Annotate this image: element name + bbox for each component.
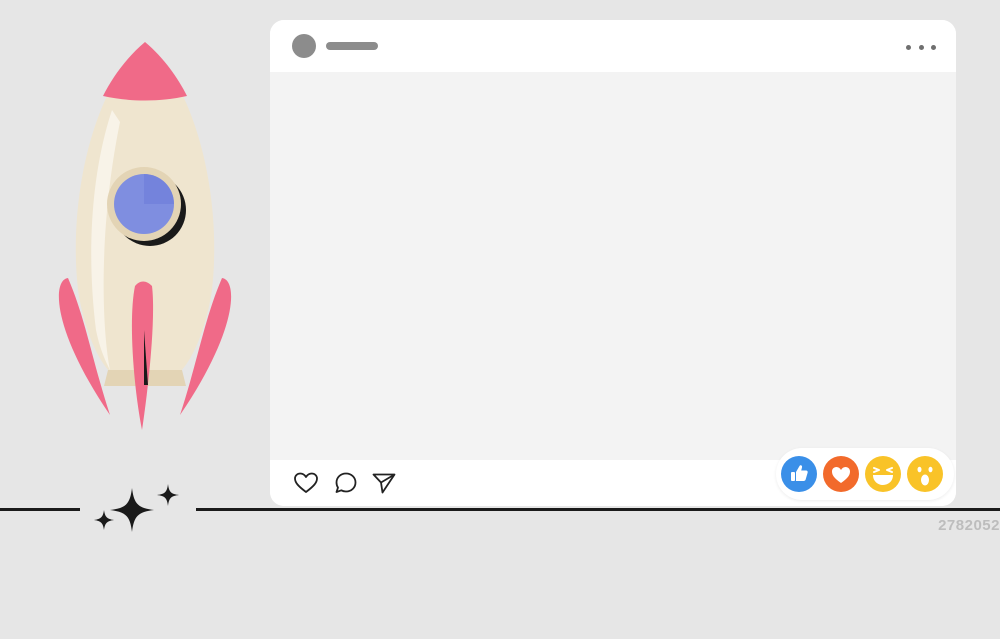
surprised-face-icon[interactable] <box>907 456 943 492</box>
avatar[interactable] <box>292 34 316 58</box>
comment-bubble-icon[interactable] <box>332 469 360 497</box>
dot <box>918 44 924 50</box>
reaction-tray <box>776 448 954 500</box>
paper-plane-icon[interactable] <box>370 469 398 497</box>
sparkles-icon <box>86 480 186 540</box>
thumbs-up-icon[interactable] <box>781 456 817 492</box>
social-post-card <box>270 20 956 506</box>
post-header <box>270 20 956 72</box>
baseline-left <box>0 508 80 511</box>
watermark-text: 2782052 <box>938 517 1000 534</box>
more-options-icon[interactable] <box>906 38 936 56</box>
dot <box>906 44 911 50</box>
dot <box>931 44 936 50</box>
laughing-face-icon[interactable] <box>865 456 901 492</box>
rocket-icon <box>58 42 232 430</box>
heart-outline-icon[interactable] <box>292 469 320 497</box>
heart-icon[interactable] <box>823 456 859 492</box>
post-media-placeholder[interactable] <box>270 72 956 460</box>
username-placeholder[interactable] <box>326 42 378 50</box>
baseline-right <box>196 508 1000 511</box>
rocket-illustration <box>40 30 250 440</box>
